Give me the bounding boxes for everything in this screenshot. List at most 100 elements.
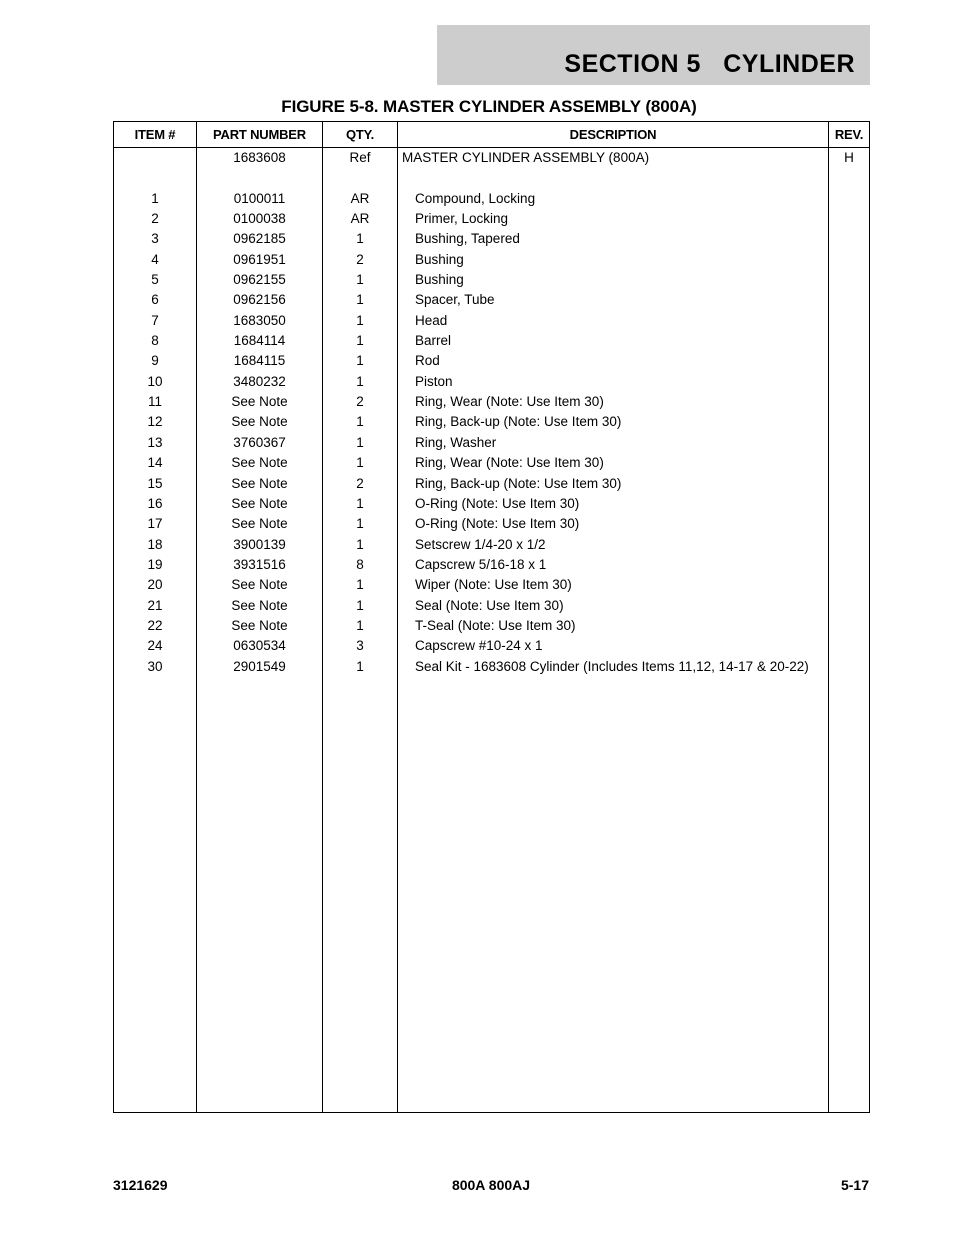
cell-part-number: 0630534 (196, 636, 323, 657)
cell-rev (828, 310, 870, 332)
cell-part-number: 1683050 (196, 310, 323, 332)
table-row: 8 1684114 1 Barrel (113, 331, 870, 352)
cell-qty: 8 (322, 554, 398, 576)
cell-part-number: See Note (196, 595, 323, 616)
table-row: 17 See Note 1 O-Ring (Note: Use Item 30) (113, 514, 870, 535)
table-row: 11 See Note 2 Ring, Wear (Note: Use Item 30… (113, 392, 870, 413)
cell-rev (828, 331, 870, 352)
cell-rev (828, 188, 870, 210)
table-row: 20 See Note 1 Wiper (Note: Use Item 30) (113, 575, 870, 596)
cell-item: 15 (113, 473, 197, 494)
cell-item: 24 (113, 636, 197, 657)
table-header-row: ITEM # PART NUMBER QTY. DESCRIPTION REV. (113, 121, 870, 148)
cell-part-number: See Note (196, 453, 323, 474)
page-footer: 3121629 800A 800AJ 5-17 (113, 1177, 869, 1195)
parts-list-body: 1683608 Ref MASTER CYLINDER ASSEMBLY (800A… (113, 147, 870, 1113)
cell-part-number: See Note (196, 493, 323, 515)
table-row: 1683608 Ref MASTER CYLINDER ASSEMBLY (800A… (113, 147, 870, 169)
spacer-cell (828, 168, 870, 189)
cell-part-number: 3760367 (196, 432, 323, 454)
spacer-cell (113, 168, 197, 189)
cell-part-number: 0962185 (196, 229, 323, 250)
cell-item: 13 (113, 432, 197, 454)
cell-description: Head (397, 310, 829, 332)
cell-rev (828, 514, 870, 535)
table-row: 9 1684115 1 Rod (113, 351, 870, 372)
cell-item: 4 (113, 249, 197, 271)
cell-rev (828, 392, 870, 413)
cell-item: 3 (113, 229, 197, 250)
footer-page-number: 5-17 (840, 1177, 869, 1193)
table-row: 15 See Note 2 Ring, Back-up (Note: Use Item… (113, 473, 870, 494)
cell-qty: 1 (322, 453, 398, 474)
cell-rev (828, 575, 870, 596)
cell-rev (828, 453, 870, 474)
empty-cell (113, 676, 197, 1113)
cell-part-number: See Note (196, 514, 323, 535)
empty-cell (322, 676, 398, 1113)
cell-item: 8 (113, 331, 197, 352)
cell-item: 9 (113, 351, 197, 372)
cell-part-number: See Note (196, 392, 323, 413)
cell-description: Setscrew 1/4-20 x 1/2 (397, 534, 829, 555)
table-row: 2 0100038 AR Primer, Locking (113, 209, 870, 230)
cell-item: 30 (113, 656, 197, 677)
cell-qty: AR (322, 209, 398, 230)
cell-part-number: See Note (196, 473, 323, 494)
cell-rev (828, 412, 870, 433)
cell-qty: AR (322, 188, 398, 210)
cell-description: Ring, Back-up (Note: Use Item 30) (397, 412, 829, 433)
cell-description: Seal Kit - 1683608 Cylinder (Includes It… (397, 656, 829, 677)
cell-item: 7 (113, 310, 197, 332)
table-row: 6 0962156 1 Spacer, Tube (113, 290, 870, 311)
cell-part-number: 0962155 (196, 270, 323, 291)
cell-item: 21 (113, 595, 197, 616)
cell-part-number: See Note (196, 615, 323, 637)
cell-qty: 1 (322, 656, 398, 677)
cell-qty: 2 (322, 392, 398, 413)
cell-item: 6 (113, 290, 197, 311)
empty-cell (397, 676, 829, 1113)
cell-item: 20 (113, 575, 197, 596)
cell-description: MASTER CYLINDER ASSEMBLY (800A) (397, 147, 829, 169)
empty-cell (196, 676, 323, 1113)
cell-item: 5 (113, 270, 197, 291)
cell-qty: 1 (322, 432, 398, 454)
cell-description: Bushing (397, 270, 829, 291)
section-title: SECTION 5 CYLINDER (564, 50, 855, 78)
cell-item: 2 (113, 209, 197, 230)
table-row: 14 See Note 1 Ring, Wear (Note: Use Item 30… (113, 453, 870, 474)
column-header-description: DESCRIPTION (397, 121, 829, 148)
cell-qty: 2 (322, 249, 398, 271)
cell-rev (828, 554, 870, 576)
cell-description: Spacer, Tube (397, 290, 829, 311)
cell-description: Wiper (Note: Use Item 30) (397, 575, 829, 596)
cell-part-number: 3480232 (196, 371, 323, 393)
table-spacer-row (113, 168, 870, 189)
table-row: 13 3760367 1 Ring, Washer (113, 432, 870, 454)
table-row: 4 0961951 2 Bushing (113, 249, 870, 271)
cell-qty: 1 (322, 575, 398, 596)
cell-description: Rod (397, 351, 829, 372)
column-header-item: ITEM # (113, 121, 197, 148)
cell-qty: 1 (322, 229, 398, 250)
cell-qty: 1 (322, 331, 398, 352)
cell-item: 14 (113, 453, 197, 474)
cell-description: Piston (397, 371, 829, 393)
cell-qty: 3 (322, 636, 398, 657)
figure-title: FIGURE 5-8. MASTER CYLINDER ASSEMBLY (80… (0, 97, 954, 117)
table-row: 18 3900139 1 Setscrew 1/4-20 x 1/2 (113, 534, 870, 555)
spacer-cell (397, 168, 829, 189)
table-row: 16 See Note 1 O-Ring (Note: Use Item 30) (113, 493, 870, 515)
parts-list-table: ITEM # PART NUMBER QTY. DESCRIPTION REV.… (113, 121, 870, 1113)
cell-part-number: 0100038 (196, 209, 323, 230)
table-row: 10 3480232 1 Piston (113, 371, 870, 393)
cell-rev (828, 432, 870, 454)
cell-item: 10 (113, 371, 197, 393)
cell-rev (828, 595, 870, 616)
cell-rev (828, 534, 870, 555)
cell-part-number: See Note (196, 575, 323, 596)
table-row: 19 3931516 8 Capscrew 5/16-18 x 1 (113, 554, 870, 576)
cell-qty: 1 (322, 514, 398, 535)
cell-part-number: 1684114 (196, 331, 323, 352)
